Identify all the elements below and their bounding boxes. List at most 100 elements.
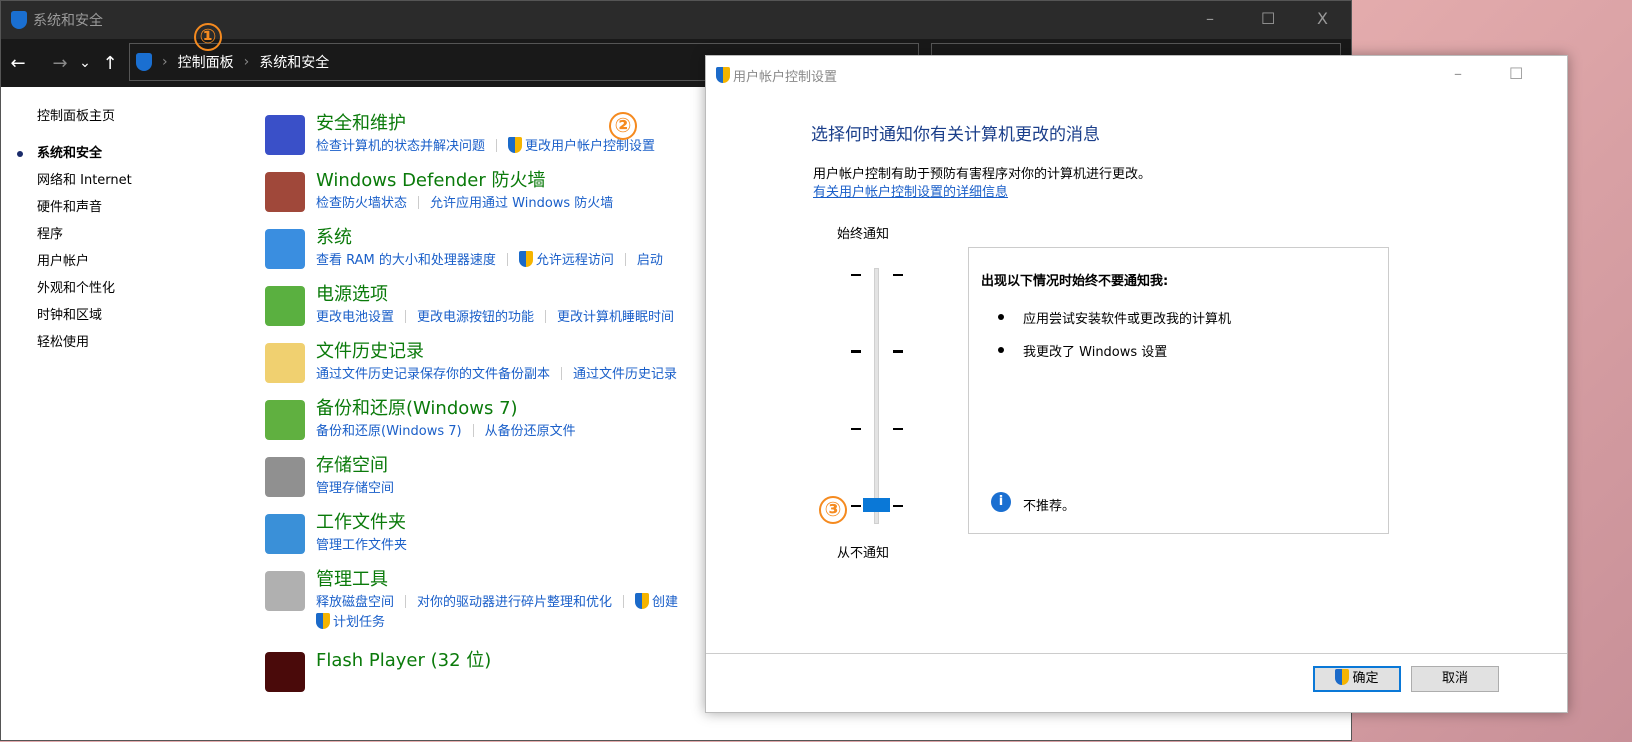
category-link[interactable]: 启动 [637,253,663,268]
sidebar-item-clock-region[interactable]: 时钟和区域 [37,306,132,333]
category-link[interactable]: 更改计算机睡眠时间 [557,310,674,325]
category-link[interactable]: 检查防火墙状态 [316,196,407,211]
category-link[interactable]: 管理存储空间 [316,481,394,496]
category-link[interactable]: 管理工作文件夹 [316,538,407,553]
category-link[interactable]: 释放磁盘空间 [316,595,394,610]
power-icon [265,286,305,326]
maximize-button[interactable]: ☐ [1261,9,1275,28]
category-title[interactable]: 工作文件夹 [316,510,678,536]
close-button[interactable]: X [1317,9,1328,28]
uac-shield-icon [635,593,650,609]
category-item: 系统查看 RAM 的大小和处理器速度 允许远程访问 启动 [263,225,678,282]
uac-settings-dialog: 用户帐户控制设置 – ☐ 选择何时通知你有关计算机更改的消息 用户帐户控制有助于… [705,55,1568,713]
category-list: 安全和维护 检查计算机的状态并解决问题 更改用户帐户控制设置 Windows Defe… [263,111,678,705]
category-item: Flash Player (32 位) [263,648,678,705]
category-link[interactable]: 更改电池设置 [316,310,394,325]
notification-slider-track[interactable] [874,268,879,524]
breadcrumb-control-panel[interactable]: 控制面板 [178,52,234,72]
annotation-marker-1: ① [194,23,222,51]
sidebar-item-system-security[interactable]: 系统和安全 [17,144,132,171]
forward-button[interactable]: → [45,53,75,74]
link-separator [405,595,407,608]
uac-shield-icon [518,251,533,267]
link-separator [545,310,547,323]
sidebar-item-ease-of-access[interactable]: 轻松使用 [37,333,132,360]
ok-button[interactable]: 确定 [1313,666,1401,692]
category-title[interactable]: 系统 [316,225,678,251]
category-link[interactable]: 允许远程访问 [536,253,614,268]
category-title[interactable]: 电源选项 [316,282,678,308]
dialog-title-bar: 用户帐户控制设置 – ☐ [706,56,1567,94]
sidebar-home-link[interactable]: 控制面板主页 [37,107,132,134]
category-title[interactable]: Windows Defender 防火墙 [316,168,678,194]
notification-slider-thumb[interactable] [863,498,890,512]
sidebar: 控制面板主页 系统和安全 网络和 Internet 硬件和声音 程序 用户帐户 … [17,107,132,360]
category-link[interactable]: 通过文件历史记录 [573,367,677,382]
link-separator [472,424,474,437]
sidebar-item-hardware[interactable]: 硬件和声音 [37,198,132,225]
slider-tick [851,428,861,430]
file-history-icon [265,343,305,383]
flag-icon [265,115,305,155]
category-link[interactable]: 通过文件历史记录保存你的文件备份副本 [316,367,550,382]
admin-tools-icon [265,571,305,611]
category-link[interactable]: 创建 [652,595,678,610]
category-title[interactable]: 管理工具 [316,567,678,593]
breadcrumb-system-security[interactable]: 系统和安全 [259,52,329,72]
category-link[interactable]: 备份和还原(Windows 7) [316,424,462,439]
category-title[interactable]: Flash Player (32 位) [316,648,678,674]
dialog-minimize-button[interactable]: – [1454,64,1462,83]
more-info-link[interactable]: 有关用户帐户控制设置的详细信息 [813,181,1008,200]
category-link[interactable]: 更改电源按钮的功能 [417,310,534,325]
firewall-icon [265,172,305,212]
sidebar-item-network[interactable]: 网络和 Internet [37,171,132,198]
category-item: 管理工具释放磁盘空间 对你的驱动器进行碎片整理和优化 创建计划任务 [263,567,678,630]
slider-top-label: 始终通知 [837,227,890,242]
sidebar-item-appearance[interactable]: 外观和个性化 [37,279,132,306]
category-link[interactable]: 计划任务 [333,615,385,630]
slider-tick [851,505,861,507]
sidebar-item-programs[interactable]: 程序 [37,225,132,252]
category-links: 检查计算机的状态并解决问题 更改用户帐户控制设置 [316,137,678,157]
window-title: 系统和安全 [33,13,103,29]
category-links: 释放磁盘空间 对你的驱动器进行碎片整理和优化 创建 [316,593,678,613]
uac-shield-icon [508,137,523,153]
category-link[interactable]: 允许应用通过 Windows 防火墙 [430,196,613,211]
info-item: 我更改了 Windows 设置 [997,341,1167,360]
category-links: 通过文件历史记录保存你的文件备份副本 通过文件历史记录 [316,365,678,385]
category-title[interactable]: 备份和还原(Windows 7) [316,396,678,422]
category-links: 检查防火墙状态 允许应用通过 Windows 防火墙 [316,194,678,214]
info-icon: i [991,492,1011,512]
uac-shield-icon [1335,669,1350,685]
cancel-button[interactable]: 取消 [1411,666,1499,692]
category-link[interactable]: 更改用户帐户控制设置 [525,139,655,154]
slider-tick [851,350,861,353]
flash-icon [265,652,305,692]
ok-label: 确定 [1352,671,1379,686]
category-link[interactable]: 从备份还原文件 [485,424,576,439]
sidebar-item-user-accounts[interactable]: 用户帐户 [37,252,132,279]
link-separator [506,253,508,266]
category-link[interactable]: 对你的驱动器进行碎片整理和优化 [417,595,612,610]
category-link[interactable]: 查看 RAM 的大小和处理器速度 [316,253,496,268]
uac-shield-icon [316,613,330,629]
up-button[interactable]: ↑ [95,53,125,74]
backup-icon [265,400,305,440]
link-separator [623,595,625,608]
category-links: 查看 RAM 的大小和处理器速度 允许远程访问 启动 [316,251,678,271]
minimize-button[interactable]: – [1206,9,1214,28]
back-button[interactable]: ← [1,53,35,74]
computer-icon [265,229,305,269]
dialog-maximize-button[interactable]: ☐ [1509,64,1523,83]
category-item: 文件历史记录通过文件历史记录保存你的文件备份副本 通过文件历史记录 [263,339,678,396]
storage-icon [265,457,305,497]
recent-locations-button[interactable]: ⌄ [75,55,95,71]
category-link[interactable]: 检查计算机的状态并解决问题 [316,139,485,154]
link-separator [624,253,626,266]
dialog-heading: 选择何时通知你有关计算机更改的消息 [811,125,1100,145]
uac-shield-icon [716,67,730,83]
slider-tick [893,350,903,353]
category-links: 更改电池设置 更改电源按钮的功能 更改计算机睡眠时间 [316,308,678,328]
category-title[interactable]: 存储空间 [316,453,678,479]
category-title[interactable]: 文件历史记录 [316,339,678,365]
